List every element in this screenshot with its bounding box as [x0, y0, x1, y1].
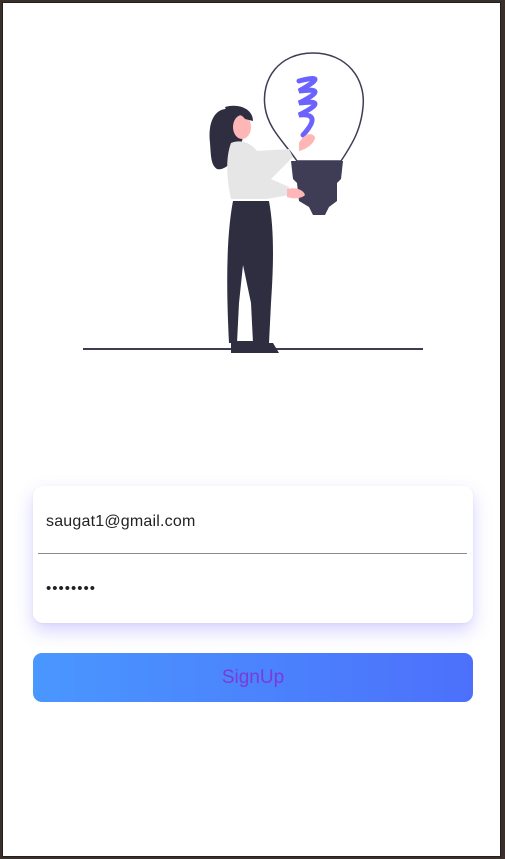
woman-pants [227, 201, 273, 343]
signup-button[interactable]: SignUp [33, 653, 473, 702]
woman-holding-lightbulb-illustration [83, 52, 423, 353]
app-screen: saugat1@gmail.com •••••••• SignUp [2, 2, 501, 857]
woman-shirt [227, 141, 293, 199]
email-field[interactable]: saugat1@gmail.com [38, 490, 467, 554]
signup-form-card: saugat1@gmail.com •••••••• [33, 486, 473, 623]
password-field[interactable]: •••••••• [38, 556, 467, 620]
lightbulb-base [291, 161, 343, 215]
